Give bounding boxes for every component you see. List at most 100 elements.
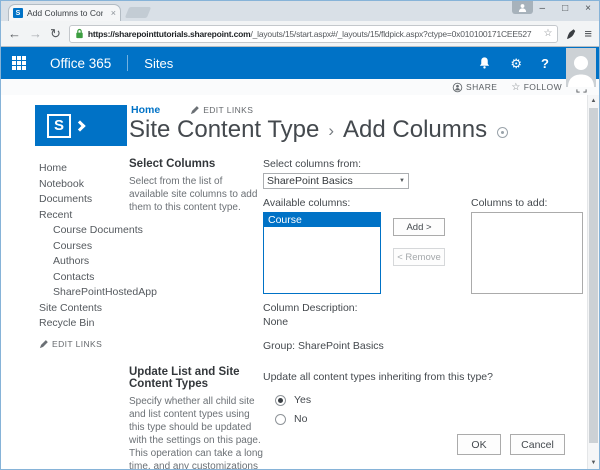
browser-window: S Add Columns to Content T × – □ × ← → ↻… xyxy=(0,0,600,470)
share-label: SHARE xyxy=(466,82,497,92)
new-tab-button[interactable] xyxy=(125,7,151,18)
column-description-value: None xyxy=(263,315,381,329)
sites-link[interactable]: Sites xyxy=(144,56,173,71)
follow-star-icon: ☆ xyxy=(511,82,520,93)
vertical-scrollbar[interactable]: ▲ ▼ xyxy=(587,95,599,469)
page-content: S Home EDIT LINKS Site Content Type › Ad… xyxy=(1,95,599,469)
url-path: /_layouts/15/start.aspx#/_layouts/15/fld… xyxy=(250,29,531,39)
tab-close-icon[interactable]: × xyxy=(111,8,116,18)
breadcrumb-home-link[interactable]: Home xyxy=(131,104,160,116)
no-radio[interactable] xyxy=(275,414,286,425)
update-types-question: Update all content types inheriting from… xyxy=(263,371,599,383)
ribbon-bar: SHARE ☆ FOLLOW xyxy=(1,79,599,95)
columns-group-dropdown[interactable]: SharePoint Basics ▼ xyxy=(263,173,409,189)
page-title-section: Site Content Type xyxy=(129,116,319,144)
user-avatar[interactable] xyxy=(566,48,596,87)
sharepoint-favicon-icon: S xyxy=(13,8,23,18)
share-person-icon xyxy=(452,82,463,93)
maximize-button[interactable]: □ xyxy=(562,3,568,14)
reload-icon[interactable]: ↻ xyxy=(50,27,61,40)
sidebar-item-courses[interactable]: Courses xyxy=(39,241,129,252)
update-types-heading: Update List and Site Content Types xyxy=(129,366,263,390)
notifications-bell-icon[interactable] xyxy=(478,56,491,70)
available-columns-label: Available columns: xyxy=(263,197,381,209)
scroll-up-icon[interactable]: ▲ xyxy=(588,95,599,107)
address-bar[interactable]: https://sharepointtutorials.sharepoint.c… xyxy=(69,25,559,43)
ok-button[interactable]: OK xyxy=(457,434,501,455)
forward-icon[interactable]: → xyxy=(29,27,42,40)
page-viewport: Office 365 Sites ⚙ ? SHARE ☆ FOLLOW xyxy=(1,47,599,469)
scrollbar-thumb[interactable] xyxy=(589,108,598,443)
app-launcher-icon[interactable] xyxy=(12,56,26,70)
follow-button[interactable]: ☆ FOLLOW xyxy=(511,82,562,93)
share-button[interactable]: SHARE xyxy=(452,82,497,93)
help-icon[interactable]: ? xyxy=(541,57,549,70)
cancel-button[interactable]: Cancel xyxy=(510,434,565,455)
page-header: S Home EDIT LINKS Site Content Type › Ad… xyxy=(1,95,599,153)
chevron-down-icon: ▼ xyxy=(399,178,405,184)
select-columns-heading: Select Columns xyxy=(129,158,263,170)
sidebar-item-sharepointhostedapp[interactable]: SharePointHostedApp xyxy=(39,287,129,298)
suite-bar: Office 365 Sites ⚙ ? xyxy=(1,47,599,79)
browser-toolbar: ← → ↻ https://sharepointtutorials.sharep… xyxy=(1,21,599,47)
title-info-icon[interactable] xyxy=(497,127,508,138)
profile-button[interactable] xyxy=(512,1,533,14)
profile-person-icon xyxy=(518,3,527,12)
sidebar-item-course-documents[interactable]: Course Documents xyxy=(39,225,129,236)
sharepoint-logo: S xyxy=(35,105,127,146)
select-columns-section: Select Columns Select from the list of a… xyxy=(129,158,599,352)
edit-links-top[interactable]: EDIT LINKS xyxy=(190,105,253,115)
sidebar-item-documents[interactable]: Documents xyxy=(39,194,129,205)
column-description-label: Column Description: xyxy=(263,301,381,315)
breadcrumb: Home EDIT LINKS xyxy=(131,104,253,116)
column-group-line: Group: SharePoint Basics xyxy=(263,340,381,352)
pencil-icon xyxy=(190,106,199,115)
browser-tab[interactable]: S Add Columns to Content T × xyxy=(8,4,121,21)
url-text: https://sharepointtutorials.sharepoint.c… xyxy=(88,29,540,39)
edit-links-sidebar[interactable]: EDIT LINKS xyxy=(39,339,129,349)
scroll-down-icon[interactable]: ▼ xyxy=(588,457,599,469)
list-item-course[interactable]: Course xyxy=(264,213,380,227)
columns-to-add-label: Columns to add: xyxy=(471,197,583,209)
sidebar-item-recycle-bin[interactable]: Recycle Bin xyxy=(39,318,129,329)
avatar-person-icon xyxy=(566,48,596,87)
page-title-current: Add Columns xyxy=(343,116,487,144)
sidebar-item-authors[interactable]: Authors xyxy=(39,256,129,267)
sidebar-item-notebook[interactable]: Notebook xyxy=(39,179,129,190)
back-icon[interactable]: ← xyxy=(8,27,21,40)
available-columns-listbox[interactable]: Course xyxy=(263,212,381,294)
radio-row-yes: Yes xyxy=(275,394,599,406)
quick-launch-nav: Home Notebook Documents Recent Course Do… xyxy=(1,153,129,469)
select-columns-description: Select from the list of available site c… xyxy=(129,175,263,214)
settings-gear-icon[interactable]: ⚙ xyxy=(510,57,522,70)
minimize-button[interactable]: – xyxy=(540,3,546,14)
yes-radio[interactable] xyxy=(275,395,286,406)
title-separator-icon: › xyxy=(328,121,334,141)
extension-pen-icon[interactable] xyxy=(566,28,576,40)
sidebar-item-contacts[interactable]: Contacts xyxy=(39,272,129,283)
pencil-icon xyxy=(39,340,48,349)
browser-menu-icon[interactable]: ≡ xyxy=(584,26,592,41)
sharepoint-logo-letter: S xyxy=(47,114,71,138)
remove-button[interactable]: < Remove xyxy=(393,248,445,266)
select-columns-from-label: Select columns from: xyxy=(263,158,599,170)
edit-links-label: EDIT LINKS xyxy=(52,339,102,349)
page-title: Site Content Type › Add Columns xyxy=(129,116,508,144)
sidebar-item-recent[interactable]: Recent xyxy=(39,210,129,221)
close-button[interactable]: × xyxy=(585,3,591,14)
edit-links-label: EDIT LINKS xyxy=(203,105,253,115)
form-footer: OK Cancel xyxy=(457,434,565,455)
radio-row-no: No xyxy=(275,413,599,425)
sharepoint-logo-chevron-icon xyxy=(74,120,85,131)
bookmark-star-icon[interactable]: ☆ xyxy=(543,28,552,39)
update-types-description: Specify whether all child site and list … xyxy=(129,395,263,469)
office-365-brand[interactable]: Office 365 xyxy=(50,56,111,71)
sidebar-item-home[interactable]: Home xyxy=(39,163,129,174)
add-button[interactable]: Add > xyxy=(393,218,445,236)
sidebar-item-site-contents[interactable]: Site Contents xyxy=(39,303,129,314)
tab-title: Add Columns to Content T xyxy=(27,8,103,18)
url-host: https://sharepointtutorials.sharepoint.c… xyxy=(88,29,251,39)
columns-to-add-listbox[interactable] xyxy=(471,212,583,294)
columns-group-dropdown-value: SharePoint Basics xyxy=(267,175,353,187)
no-radio-label: No xyxy=(294,413,307,425)
